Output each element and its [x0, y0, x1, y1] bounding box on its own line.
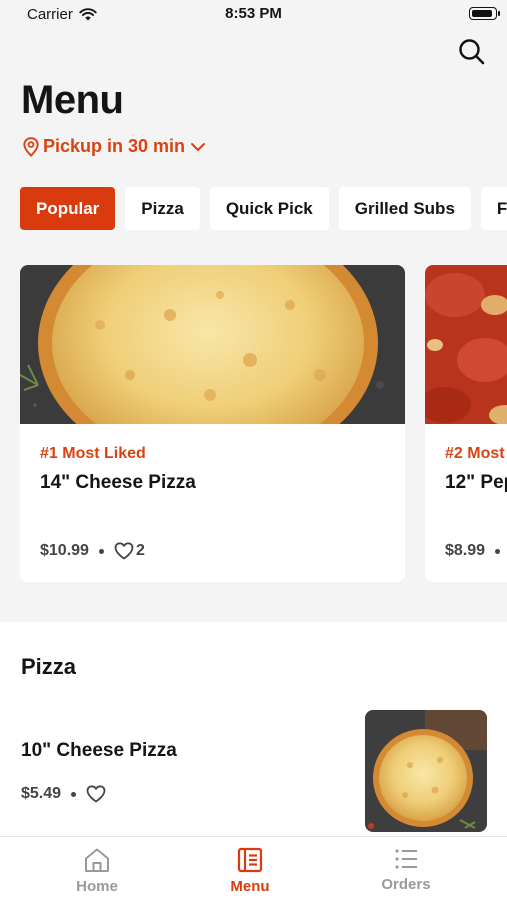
battery-icon	[469, 7, 500, 20]
category-chips: Popular Pizza Quick Pick Grilled Subs F	[20, 187, 507, 231]
status-bar: Carrier 8:53 PM	[0, 0, 507, 28]
separator-dot	[98, 548, 104, 554]
chip-popular[interactable]: Popular	[20, 187, 116, 230]
card-price: $8.99	[445, 542, 486, 559]
home-icon	[85, 848, 109, 872]
card-likes: 2	[135, 542, 145, 559]
heart-icon[interactable]	[86, 785, 106, 803]
menu-icon	[237, 847, 263, 873]
orders-list-icon	[395, 849, 417, 869]
section-title: Pizza	[21, 654, 77, 679]
tab-home[interactable]: Home	[37, 847, 157, 895]
card-badge: #1 Most Liked	[40, 445, 146, 462]
chip-quick-pick[interactable]: Quick Pick	[209, 187, 329, 230]
status-time: 8:53 PM	[225, 5, 282, 22]
featured-card[interactable]: #1 Most Liked 14" Cheese Pizza $10.99 2	[20, 265, 405, 582]
tab-orders-label: Orders	[381, 876, 431, 893]
menu-item-name[interactable]: 10" Cheese Pizza	[21, 740, 177, 762]
card-title: 12" Pep	[445, 472, 507, 493]
search-icon	[459, 39, 485, 65]
card-badge: #2 Most	[445, 445, 505, 462]
menu-item-image[interactable]	[365, 710, 487, 832]
menu-item-price: $5.49	[21, 785, 62, 802]
separator-dot	[71, 791, 77, 797]
tab-bar: Home Menu Orders	[0, 836, 507, 900]
tab-menu-label: Menu	[230, 878, 270, 895]
card-price: $10.99	[40, 542, 89, 559]
tab-orders[interactable]: Orders	[346, 847, 466, 893]
featured-card[interactable]: #2 Most 12" Pep $8.99	[425, 265, 507, 582]
search-button[interactable]	[457, 37, 487, 67]
chip-next[interactable]: F	[480, 187, 507, 230]
card-meta: $8.99	[445, 542, 507, 560]
location-pin-icon	[23, 136, 39, 157]
tab-home-label: Home	[76, 878, 118, 895]
menu-item-meta: $5.49	[21, 785, 106, 803]
card-meta: $10.99 2	[40, 542, 145, 560]
chevron-down-icon	[191, 142, 206, 151]
chip-pizza[interactable]: Pizza	[125, 187, 200, 230]
page-title: Menu	[21, 78, 124, 122]
card-title: 14" Cheese Pizza	[40, 472, 196, 493]
pickup-time-selector[interactable]: Pickup in 30 min	[23, 136, 207, 157]
tab-menu[interactable]: Menu	[190, 847, 310, 895]
pepperoni-pizza-image	[425, 265, 507, 424]
heart-icon[interactable]	[114, 542, 134, 560]
featured-carousel[interactable]: #1 Most Liked 14" Cheese Pizza $10.99 2 …	[0, 265, 507, 585]
chip-grilled-subs[interactable]: Grilled Subs	[338, 187, 471, 230]
cheese-pizza-image	[20, 265, 405, 424]
separator-dot	[495, 548, 501, 554]
pickup-label: Pickup in 30 min	[43, 136, 186, 156]
cheese-pizza-thumbnail	[365, 710, 487, 832]
